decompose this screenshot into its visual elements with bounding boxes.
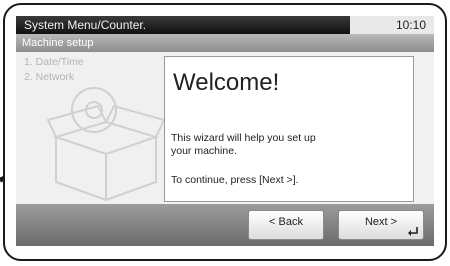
welcome-text-line: This wizard will help you set up [171,132,316,144]
step-list: 1. Date/Time 2. Network [16,52,166,204]
title-bar: System Menu/Counter. 10:10 [16,16,434,34]
menu-path: System Menu/Counter. [24,18,147,32]
next-button[interactable]: Next > [338,210,424,240]
clock: 10:10 [350,16,434,34]
welcome-text-line: your machine. [171,145,237,157]
back-button[interactable]: < Back [248,210,324,240]
setup-box-illustration [46,87,166,202]
welcome-card: Welcome! This wizard will help you set u… [164,56,414,202]
button-bar: < Back Next > [16,204,434,246]
step-date-time: 1. Date/Time [24,56,84,68]
section-title: Machine setup [16,34,434,52]
touch-screen: System Menu/Counter. 10:10 Machine setup… [16,16,434,246]
continue-instruction: To continue, press [Next >]. [171,174,299,186]
welcome-title: Welcome! [173,69,280,96]
enter-icon [408,227,418,236]
next-button-label: Next > [364,216,398,228]
back-button-label: < Back [269,216,303,228]
